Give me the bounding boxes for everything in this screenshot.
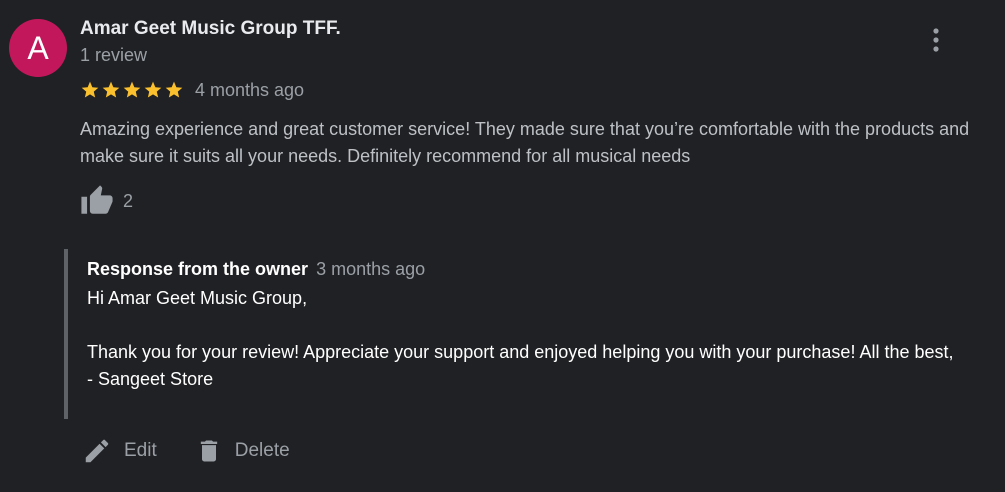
star-icon bbox=[81, 81, 99, 98]
response-header: Response from the owner 3 months ago bbox=[87, 259, 425, 280]
response-spacer bbox=[87, 312, 987, 339]
star-icon bbox=[144, 81, 162, 98]
star-rating bbox=[80, 80, 185, 100]
star-icon bbox=[165, 81, 183, 98]
like-count: 2 bbox=[123, 190, 134, 211]
edit-button[interactable]: Edit bbox=[82, 436, 157, 466]
response-time: 3 months ago bbox=[316, 259, 426, 279]
more-options-button[interactable] bbox=[921, 25, 951, 55]
avatar[interactable]: A bbox=[9, 19, 67, 77]
star-icon bbox=[102, 81, 120, 98]
like-button[interactable]: 2 bbox=[79, 184, 133, 218]
owner-response: Response from the owner 3 months ago Hi … bbox=[64, 249, 993, 419]
review-actions: Edit Delete bbox=[82, 436, 328, 466]
response-text: Hi Amar Geet Music Group, Thank you for … bbox=[87, 285, 987, 393]
review-time: 4 months ago bbox=[195, 79, 305, 100]
delete-label: Delete bbox=[234, 440, 290, 461]
review-text: Amazing experience and great customer se… bbox=[80, 119, 970, 166]
pencil-icon bbox=[85, 439, 109, 463]
star-icon bbox=[123, 81, 141, 98]
reviewer-name[interactable]: Amar Geet Music Group TFF. bbox=[80, 18, 341, 40]
rating-row: 4 months ago bbox=[80, 79, 304, 101]
edit-label: Edit bbox=[124, 440, 157, 461]
trash-icon bbox=[200, 440, 217, 462]
response-label: Response from the owner bbox=[87, 259, 309, 279]
review-card: A Amar Geet Music Group TFF. 1 review 4 … bbox=[0, 0, 1005, 492]
thumb-up-icon bbox=[81, 185, 113, 214]
response-body: Thank you for your review! Appreciate yo… bbox=[87, 342, 954, 362]
more-vert-icon bbox=[933, 28, 939, 52]
reviewer-review-count[interactable]: 1 review bbox=[80, 45, 147, 66]
response-greeting: Hi Amar Geet Music Group, bbox=[87, 288, 308, 308]
response-signature: - Sangeet Store bbox=[87, 369, 214, 389]
delete-button[interactable]: Delete bbox=[195, 436, 290, 466]
